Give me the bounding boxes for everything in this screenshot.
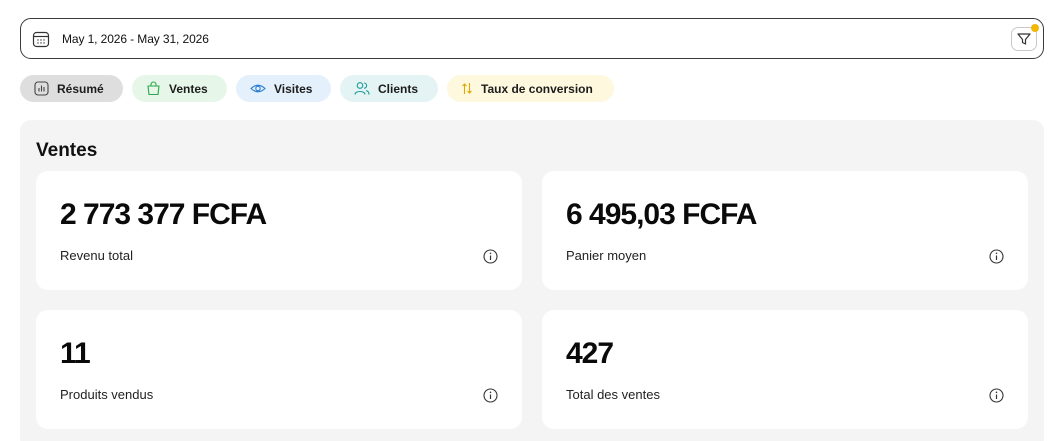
- metric-label: Panier moyen: [566, 248, 647, 263]
- notification-dot: [1031, 24, 1039, 32]
- tab-ventes-label: Ventes: [169, 81, 208, 96]
- report-tabs: Résumé Ventes Visites Clients Taux de co…: [20, 75, 614, 102]
- metric-value: 2 773 377 FCFA: [60, 198, 267, 231]
- tab-resume-label: Résumé: [57, 81, 104, 96]
- tab-clients[interactable]: Clients: [340, 75, 438, 102]
- metric-value: 427: [566, 337, 614, 370]
- metric-label: Total des ventes: [566, 387, 660, 402]
- analytics-page: May 1, 2026 - May 31, 2026 Résumé Ventes: [0, 0, 1061, 441]
- info-icon[interactable]: [989, 388, 1004, 403]
- metric-card-revenue: 2 773 377 FCFA Revenu total: [36, 171, 522, 290]
- tab-clients-label: Clients: [378, 81, 419, 96]
- users-icon: [354, 82, 370, 95]
- shopping-bag-icon: [147, 81, 160, 96]
- date-range-text: May 1, 2026 - May 31, 2026: [62, 32, 209, 46]
- sort-arrows-icon: [462, 83, 472, 94]
- sales-panel: Ventes 2 773 377 FCFA Revenu total 6 495…: [20, 120, 1044, 441]
- tab-resume[interactable]: Résumé: [20, 75, 123, 102]
- info-icon[interactable]: [483, 249, 498, 264]
- tab-visites[interactable]: Visites: [236, 75, 331, 102]
- metric-value: 6 495,03 FCFA: [566, 198, 757, 231]
- metric-card-average-basket: 6 495,03 FCFA Panier moyen: [542, 171, 1028, 290]
- metric-label: Produits vendus: [60, 387, 154, 402]
- metric-label: Revenu total: [60, 248, 133, 263]
- tab-visites-label: Visites: [274, 81, 313, 96]
- metric-value: 11: [60, 337, 91, 370]
- bar-chart-icon: [34, 81, 49, 96]
- tab-taux-label: Taux de conversion: [481, 81, 593, 96]
- metric-card-products-sold: 11 Produits vendus: [36, 310, 522, 429]
- filter-button[interactable]: [1011, 24, 1039, 51]
- info-icon[interactable]: [989, 249, 1004, 264]
- date-range-picker[interactable]: May 1, 2026 - May 31, 2026: [20, 18, 1044, 59]
- tab-taux-de-conversion[interactable]: Taux de conversion: [447, 75, 614, 102]
- calendar-icon: [32, 31, 50, 48]
- section-title: Ventes: [36, 140, 98, 161]
- filter-icon: [1017, 33, 1031, 45]
- info-icon[interactable]: [483, 388, 498, 403]
- eye-icon: [250, 84, 266, 93]
- metric-card-total-sales: 427 Total des ventes: [542, 310, 1028, 429]
- tab-ventes[interactable]: Ventes: [132, 75, 227, 102]
